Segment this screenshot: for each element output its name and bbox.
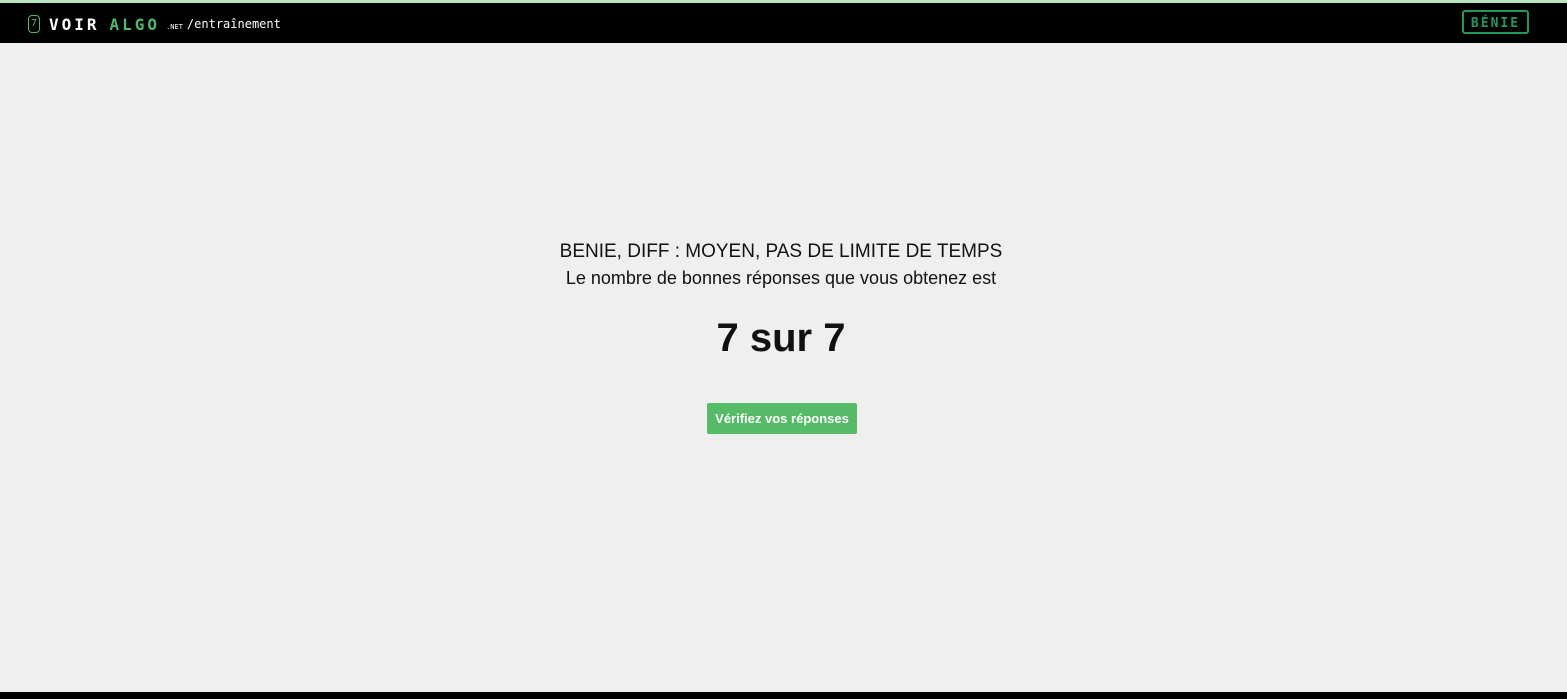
quiz-settings-heading: BENIE, DIFF : MOYEN, PAS DE LIMITE DE TE… [559, 241, 1003, 262]
check-answers-button[interactable]: Vérifiez vos réponses [707, 403, 857, 434]
logo-net-text: .NET [166, 22, 183, 31]
breadcrumb-path: /entraînement [186, 17, 281, 31]
site-logo-link[interactable]: 7 VOIR ALGO .NET /entraînement [28, 12, 281, 36]
footer-bar [0, 692, 1567, 699]
logo-badge-icon: 7 [28, 15, 40, 33]
results-panel: BENIE, DIFF : MOYEN, PAS DE LIMITE DE TE… [0, 43, 1567, 692]
result-message: Le nombre de bonnes réponses que vous ob… [565, 268, 997, 288]
score-display: 7 sur 7 [716, 316, 846, 360]
logo-algo-text: ALGO [109, 14, 161, 34]
logo-voir-text: VOIR [49, 14, 100, 34]
user-account-button[interactable]: BÉNIE [1462, 10, 1529, 34]
navbar: 7 VOIR ALGO .NET /entraînement BÉNIE [0, 3, 1567, 43]
